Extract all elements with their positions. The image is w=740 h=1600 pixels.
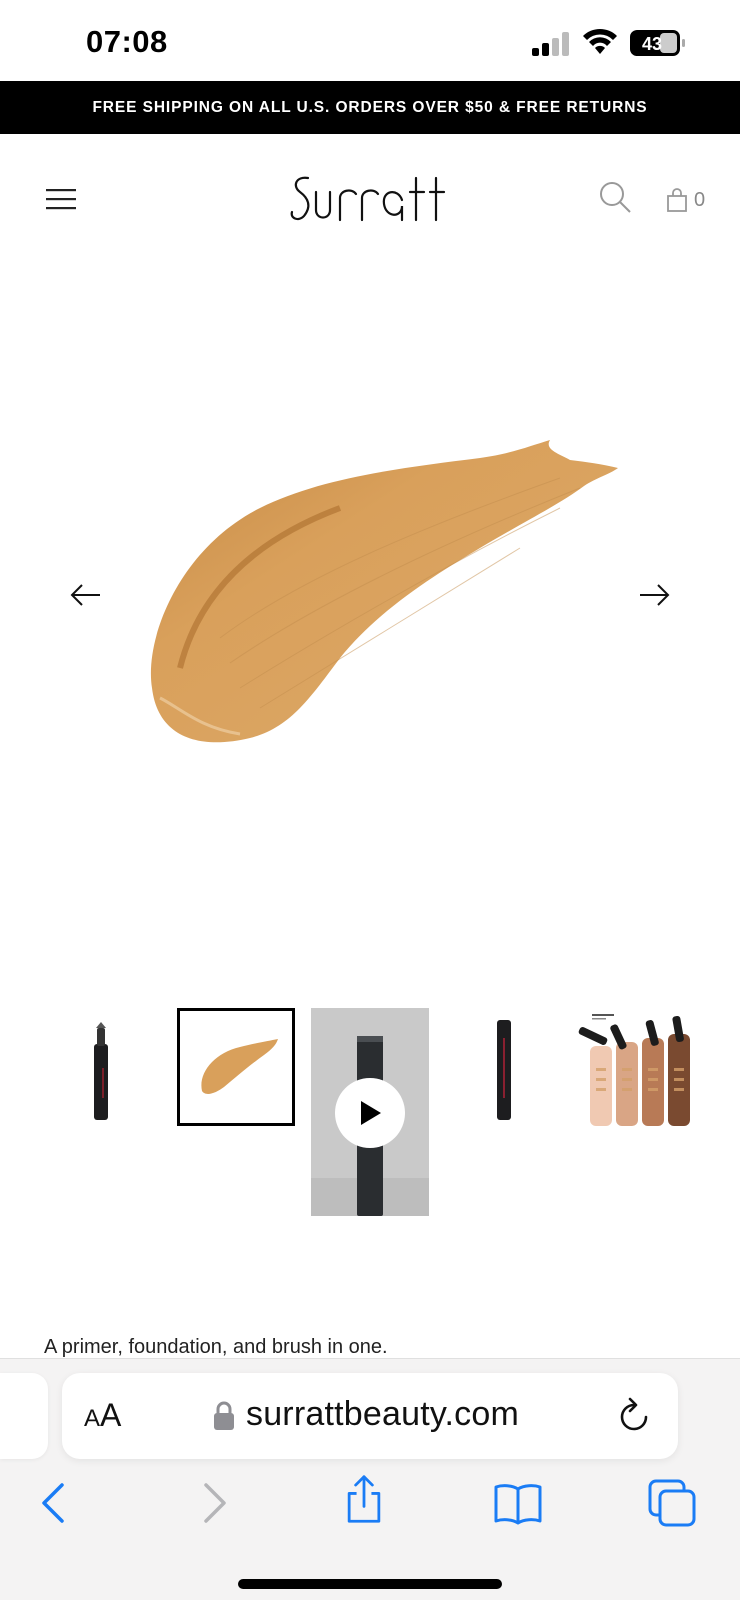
previous-image-arrow-icon[interactable] (70, 583, 102, 607)
wifi-icon (583, 28, 617, 54)
next-image-arrow-icon[interactable] (638, 583, 670, 607)
thumbnail-arm-swatches[interactable] (578, 1008, 696, 1126)
thumbnail-strip (0, 1008, 740, 1218)
reader-options-button[interactable]: AA (84, 1397, 121, 1434)
surratt-logo[interactable]: surratt (290, 170, 450, 226)
share-icon[interactable] (338, 1473, 390, 1525)
thumbnail-swatch-selected[interactable] (177, 1008, 295, 1126)
lock-icon (214, 1401, 234, 1430)
home-indicator[interactable] (238, 1579, 502, 1589)
battery-icon: 43 (630, 30, 685, 56)
url-text: surrattbeauty.com (246, 1395, 519, 1433)
tabs-icon[interactable] (646, 1477, 698, 1529)
product-gallery (0, 268, 740, 968)
search-icon[interactable] (598, 180, 632, 214)
product-description: A primer, foundation, and brush in one. (44, 1336, 388, 1358)
foundation-swatch-image (150, 440, 618, 743)
swatch-thumbnail-image (201, 1039, 278, 1094)
foundation-tube-image (94, 1022, 108, 1120)
cellular-signal-icon (532, 32, 569, 56)
foundation-tube-front-image (497, 1020, 511, 1120)
play-video-button[interactable] (335, 1078, 405, 1148)
cart-count: 0 (694, 188, 706, 211)
previous-tab-preview[interactable] (0, 1373, 48, 1459)
status-time: 07:08 (86, 24, 168, 59)
site-header: surratt 0 (0, 134, 740, 268)
thumbnail-product-tube-front[interactable] (445, 1008, 563, 1126)
promo-banner[interactable]: FREE SHIPPING ON ALL U.S. ORDERS OVER $5… (0, 81, 740, 134)
thumbnail-product-tube-side[interactable] (42, 1008, 160, 1126)
forward-icon[interactable] (186, 1477, 238, 1529)
arm-swatches-image (578, 1014, 690, 1126)
bookmarks-icon[interactable] (492, 1477, 544, 1529)
safari-browser-chrome: AA surrattbeauty.com (0, 1358, 740, 1600)
status-bar: 07:08 43 (0, 0, 740, 80)
back-icon[interactable] (30, 1477, 82, 1529)
battery-level: 43 (642, 34, 662, 54)
reload-icon[interactable] (616, 1397, 652, 1435)
promo-text: FREE SHIPPING ON ALL U.S. ORDERS OVER $5… (92, 98, 648, 116)
cart-button[interactable]: 0 (666, 186, 714, 214)
thumbnail-video[interactable] (311, 1008, 429, 1216)
play-icon (361, 1101, 381, 1125)
hamburger-menu-icon[interactable] (44, 186, 78, 212)
shopping-bag-icon (667, 188, 687, 212)
address-bar[interactable]: AA surrattbeauty.com (62, 1373, 678, 1459)
